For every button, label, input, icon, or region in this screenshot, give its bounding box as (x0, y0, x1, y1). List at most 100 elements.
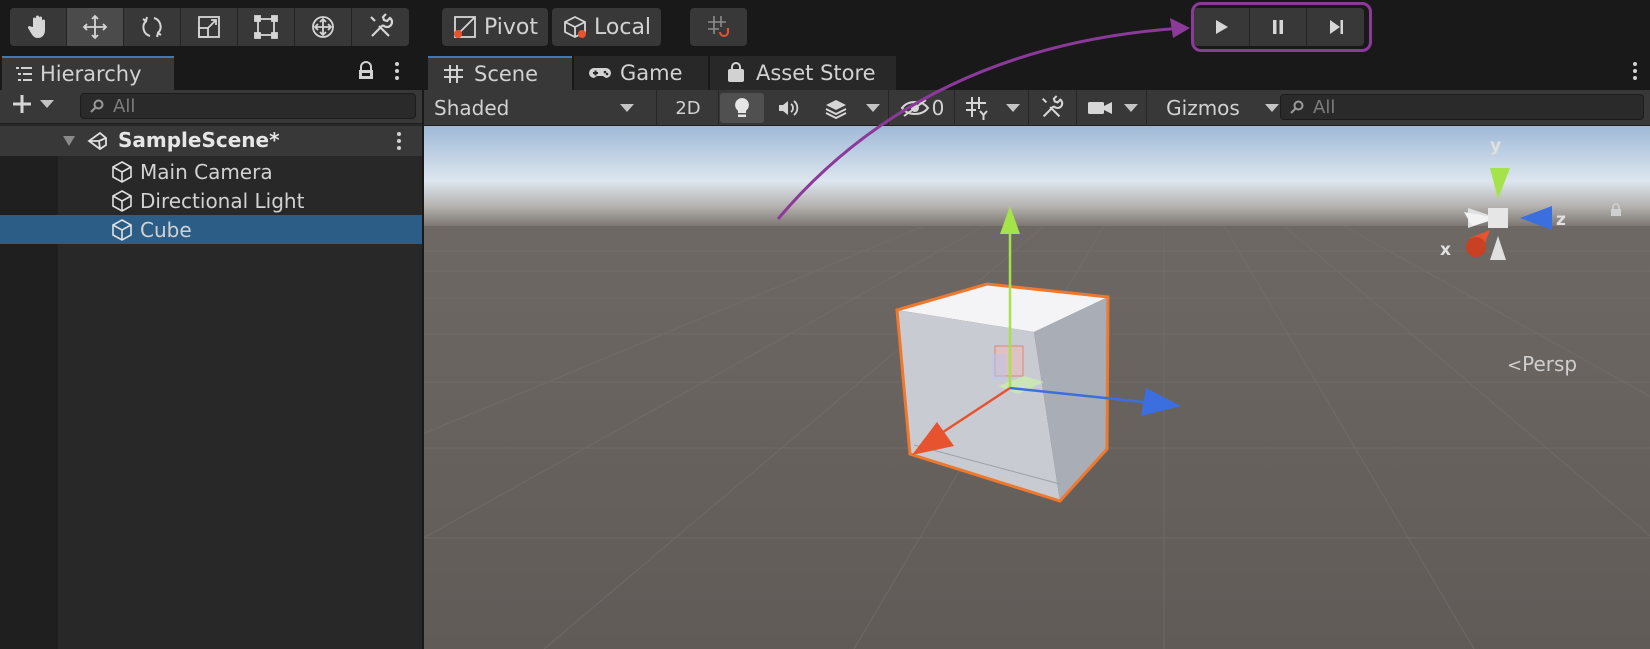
hierarchy-tab-label: Hierarchy (40, 62, 142, 86)
tools-icon (369, 13, 393, 37)
main-toolbar: Pivot Local (0, 0, 1650, 54)
camera-icon (1088, 102, 1112, 114)
gameobject-cube-icon (112, 189, 132, 212)
hierarchy-item-label: Directional Light (140, 188, 305, 213)
2d-toggle-button[interactable]: 2D (660, 93, 716, 123)
hierarchy-search-field[interactable]: All (80, 93, 416, 119)
hierarchy-item[interactable]: Cube (0, 215, 422, 244)
move-tool-button[interactable] (67, 8, 124, 46)
gizmos-toggle-button[interactable]: Gizmos (1148, 93, 1258, 123)
scale-tool-button[interactable] (181, 8, 238, 46)
orientation-lock-icon[interactable] (1609, 202, 1623, 218)
effects-dropdown[interactable] (862, 93, 884, 123)
rect-icon (254, 15, 278, 39)
lock-icon[interactable] (356, 60, 376, 82)
tab-game[interactable]: Game (574, 56, 708, 90)
grid-icon (444, 65, 463, 83)
hierarchy-toolbar: All (0, 90, 422, 124)
hand-tool-button[interactable] (10, 8, 67, 46)
scene-visibility-toggle[interactable]: 0 (892, 93, 952, 123)
more-options-icon[interactable] (1630, 60, 1640, 82)
pivot-controls: Pivot Local (442, 8, 665, 46)
audio-toggle-button[interactable] (766, 93, 810, 123)
hierarchy-item-label: Cube (140, 217, 192, 242)
chevron-down-icon (1265, 104, 1279, 112)
projection-toggle[interactable]: <Persp (1507, 352, 1577, 376)
tab-scene[interactable]: Scene (428, 56, 572, 90)
rotate-icon (142, 16, 162, 38)
chevron-down-icon (1006, 104, 1020, 112)
camera-dropdown[interactable] (1120, 93, 1142, 123)
shading-mode-label: Shaded (434, 96, 510, 120)
playback-highlight-box (1191, 2, 1372, 52)
hierarchy-item-label: Main Camera (140, 159, 273, 184)
create-object-button[interactable] (10, 92, 54, 116)
gameobject-cube-icon (112, 160, 132, 183)
rotate-tool-button[interactable] (124, 8, 181, 46)
orientation-x-base (1466, 237, 1486, 257)
expand-arrow-icon[interactable] (62, 135, 76, 147)
bag-icon (728, 62, 744, 82)
hierarchy-tabbar: Hierarchy (0, 54, 422, 90)
scene-viewport[interactable]: y z x <Persp (424, 126, 1650, 649)
pivot-toggle-button[interactable]: Pivot (442, 8, 549, 46)
separator (888, 90, 889, 126)
hidden-count: 0 (931, 96, 945, 120)
gamepad-icon (589, 68, 611, 78)
transform-icon (312, 16, 334, 38)
separator (1076, 90, 1077, 126)
separator (1146, 90, 1147, 126)
chevron-down-icon (620, 104, 634, 112)
rect-tool-button[interactable] (238, 8, 295, 46)
scene-root-row[interactable]: SampleScene* (0, 126, 422, 156)
tab-hierarchy[interactable]: Hierarchy (2, 56, 174, 90)
gizmo-xy-plane (992, 354, 1006, 380)
lighting-toggle-button[interactable] (720, 93, 764, 123)
gameobject-cube-icon (112, 218, 132, 241)
grid-visibility-button[interactable] (956, 93, 1000, 123)
grid-snap-icon (707, 16, 729, 37)
hierarchy-item[interactable]: Directional Light (0, 186, 422, 215)
grid-snap-button[interactable] (690, 8, 747, 46)
shading-mode-dropdown[interactable]: Shaded (434, 93, 644, 123)
local-toggle-button[interactable]: Local (552, 8, 662, 46)
separator (1028, 90, 1029, 126)
hand-icon (27, 15, 45, 38)
local-label: Local (594, 14, 652, 40)
gizmos-label: Gizmos (1166, 96, 1240, 120)
separator (718, 90, 719, 126)
persp-chevron-icon: < (1507, 355, 1523, 376)
separator (954, 90, 955, 126)
projection-label: Persp (1522, 352, 1578, 376)
transform-tools (10, 8, 409, 46)
more-options-icon[interactable] (394, 130, 404, 152)
search-icon (1290, 100, 1304, 114)
search-icon (90, 99, 104, 113)
grid-toggle-icon (966, 97, 988, 120)
custom-tool-button[interactable] (352, 8, 409, 46)
plus-icon (13, 95, 31, 113)
axis-y-label: y (1490, 136, 1502, 156)
camera-settings-button[interactable] (1080, 93, 1120, 123)
scene-search-field[interactable]: All (1280, 94, 1644, 120)
unity-scene-icon (87, 131, 107, 151)
tab-asset-store-label: Asset Store (756, 61, 876, 85)
scene-name: SampleScene* (118, 128, 280, 152)
local-icon (564, 15, 587, 39)
2d-label: 2D (675, 97, 701, 119)
scene-search-placeholder: All (1313, 96, 1336, 118)
orientation-center-cube[interactable] (1488, 208, 1508, 228)
hierarchy-item[interactable]: Main Camera (0, 157, 422, 186)
grid-dropdown[interactable] (1002, 93, 1024, 123)
chevron-down-icon (866, 104, 880, 112)
scene-toolbar: Shaded 2D 0 Gizmos All (424, 90, 1650, 126)
tab-asset-store[interactable]: Asset Store (710, 56, 896, 90)
tools-icon (1041, 95, 1064, 118)
tools-overlay-button[interactable] (1032, 93, 1072, 123)
pivot-icon (454, 16, 476, 38)
more-options-icon[interactable] (392, 60, 402, 82)
effects-toggle-button[interactable] (812, 93, 860, 123)
chevron-down-icon (1124, 104, 1138, 112)
list-icon (16, 67, 32, 81)
transform-tool-button[interactable] (295, 8, 352, 46)
